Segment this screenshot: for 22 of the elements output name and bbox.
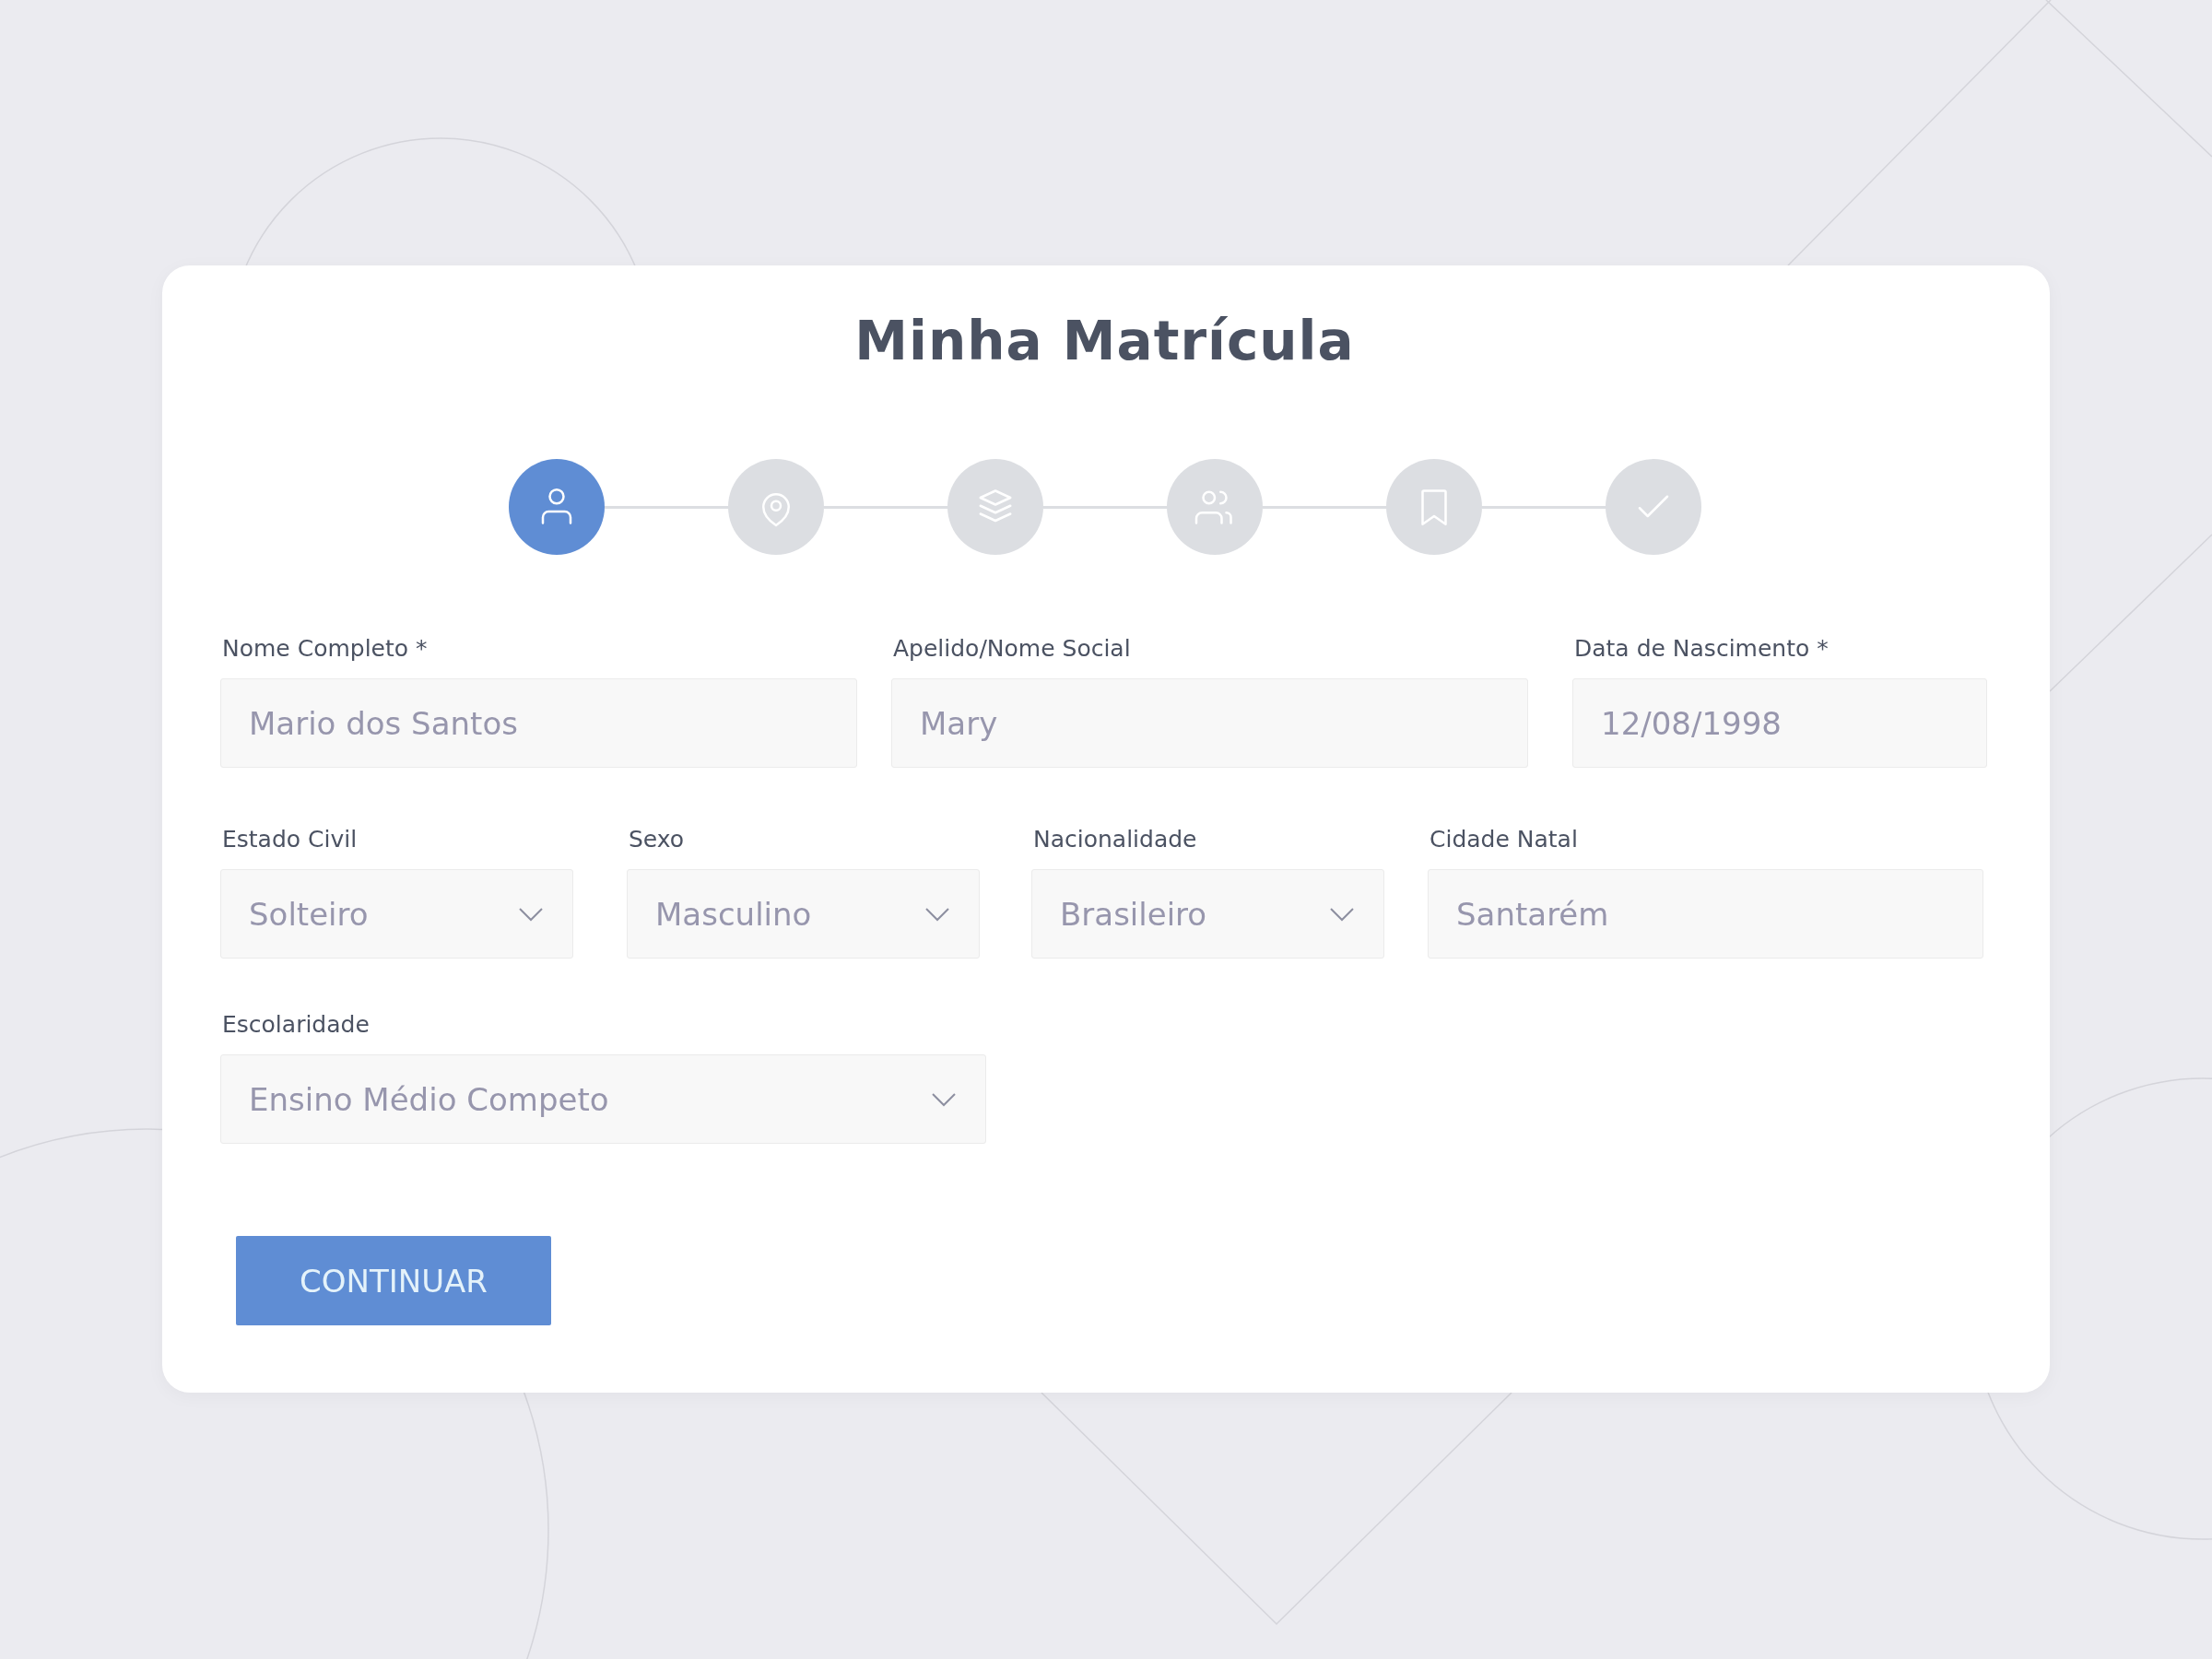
input-field[interactable]: Santarém — [1428, 869, 1983, 959]
chevron-down-icon — [517, 905, 545, 923]
field-label: Cidade Natal — [1430, 825, 1579, 854]
field-label: Estado Civil — [222, 825, 359, 854]
select-field[interactable]: Ensino Médio Competo — [220, 1054, 986, 1144]
chevron-down-icon — [930, 1090, 958, 1108]
field-label: Apelido/Nome Social — [893, 634, 1132, 664]
field-label: Escolaridade — [222, 1010, 371, 1040]
select-field[interactable]: Masculino — [627, 869, 980, 959]
field-label: Nome Completo * — [222, 634, 429, 664]
chevron-down-icon — [1328, 905, 1356, 923]
input-field[interactable]: Mario dos Santos — [220, 678, 857, 768]
select-field[interactable]: Solteiro — [220, 869, 573, 959]
continue-button[interactable]: CONTINUAR — [236, 1236, 551, 1325]
field-label: Nacionalidade — [1033, 825, 1198, 854]
field-label: Sexo — [629, 825, 686, 854]
input-field[interactable]: Mary — [891, 678, 1528, 768]
chevron-down-icon — [924, 905, 951, 923]
field-label: Data de Nascimento * — [1574, 634, 1830, 664]
input-field[interactable]: 12/08/1998 — [1572, 678, 1987, 768]
page-title: Minha Matrícula — [854, 310, 1355, 372]
select-field[interactable]: Brasileiro — [1031, 869, 1384, 959]
